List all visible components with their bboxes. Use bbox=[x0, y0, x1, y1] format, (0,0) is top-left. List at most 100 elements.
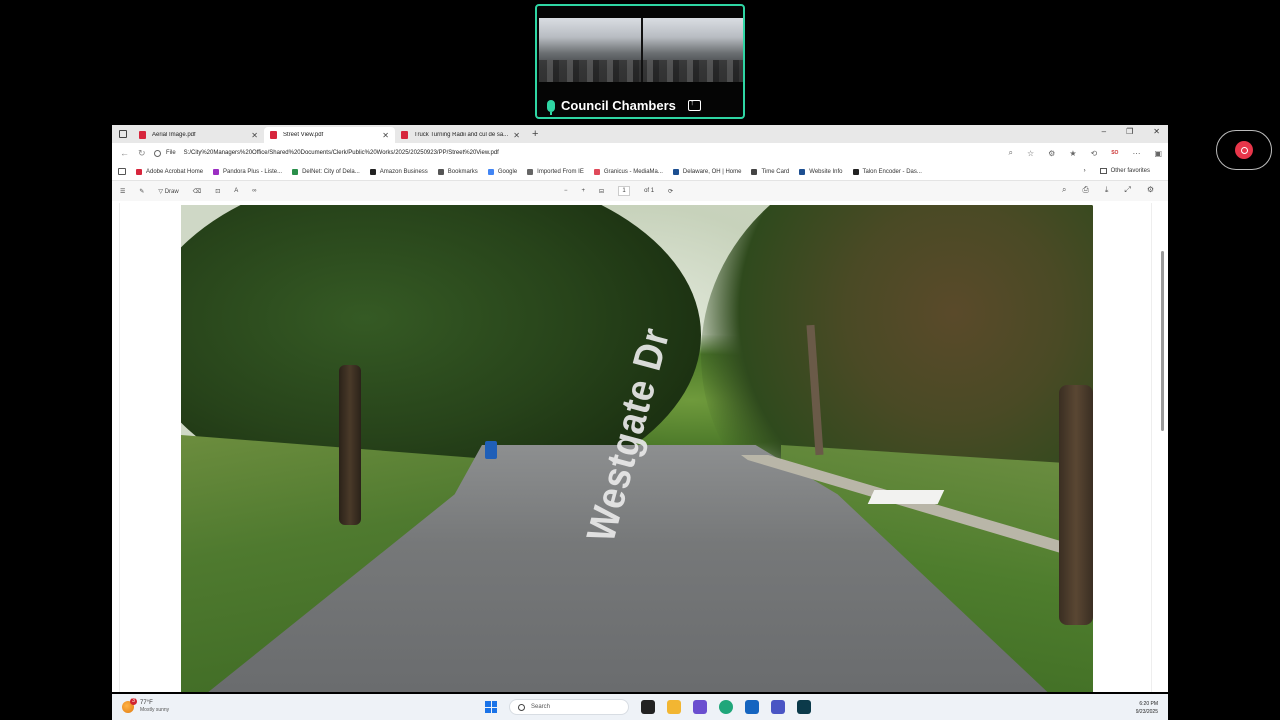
tab-aerial-image[interactable]: Aerial Image.pdf ✕ bbox=[133, 127, 264, 143]
draw-tool[interactable]: ▽ Draw bbox=[158, 188, 178, 195]
favorite-star-icon[interactable]: ☆ bbox=[1027, 149, 1034, 158]
weather-widget[interactable]: 3 77°F Mostly sunny bbox=[122, 698, 169, 714]
close-window-icon[interactable]: ✕ bbox=[1153, 127, 1160, 136]
url-field[interactable]: File S:/City%20Managers%20Office/Shared%… bbox=[154, 149, 499, 157]
tab-title: Street View.pdf bbox=[283, 132, 324, 138]
record-button[interactable] bbox=[1216, 130, 1272, 170]
fullscreen-icon[interactable]: ⤢ bbox=[1124, 185, 1130, 195]
favorite-item[interactable]: Pandora Plus - Liste... bbox=[213, 168, 282, 175]
read-aloud-icon[interactable]: A bbox=[234, 188, 238, 194]
other-favorites-folder[interactable]: Other favorites bbox=[1099, 168, 1150, 174]
zoom-out-icon[interactable]: − bbox=[564, 188, 568, 194]
clock-date: 9/23/2025 bbox=[1135, 709, 1158, 715]
page-number-input[interactable]: 1 bbox=[618, 186, 631, 196]
favorite-item[interactable]: Bookmarks bbox=[437, 168, 478, 175]
fit-page-icon[interactable]: ⊟ bbox=[599, 188, 604, 195]
favorites-icon[interactable]: ★ bbox=[1069, 149, 1076, 158]
outlook-icon[interactable] bbox=[745, 700, 759, 714]
favorite-item[interactable]: Time Card bbox=[751, 168, 790, 175]
url-scheme: File bbox=[166, 150, 176, 156]
other-favorites-label: Other favorites bbox=[1110, 168, 1150, 174]
minimize-icon[interactable]: – bbox=[1102, 127, 1106, 136]
tab-street-view[interactable]: Street View.pdf ✕ bbox=[264, 127, 395, 143]
favorite-item[interactable]: Granicus - MediaMa... bbox=[593, 168, 663, 175]
pdf-toolbar: ☰ ✎ ▽ Draw ⌫ ⊡ A ∞ − + ⊟ 1 of 1 ⟳ ⌕ ⎙ ⤓ … bbox=[112, 181, 1168, 201]
teams-icon[interactable] bbox=[693, 700, 707, 714]
highlight-icon[interactable]: ✎ bbox=[139, 188, 144, 195]
site-info-icon[interactable] bbox=[154, 149, 161, 157]
video-feed bbox=[539, 18, 743, 82]
contents-icon[interactable]: ☰ bbox=[120, 188, 125, 195]
favorite-item[interactable]: Talon Encoder - Das... bbox=[852, 168, 922, 175]
favorite-item[interactable]: Amazon Business bbox=[369, 168, 428, 175]
trash-bin bbox=[485, 441, 497, 459]
photo-trunk-left bbox=[339, 365, 361, 525]
council-chambers-video-tile[interactable]: Council Chambers bbox=[535, 4, 745, 119]
favorite-item[interactable]: Delaware, OH | Home bbox=[672, 168, 742, 175]
close-tab-icon[interactable]: ✕ bbox=[251, 131, 258, 140]
refresh-icon[interactable]: ↻ bbox=[138, 148, 148, 159]
pdf-page: Westgate Dr bbox=[119, 203, 1152, 692]
favorite-site-icon bbox=[593, 168, 600, 175]
favorite-site-icon bbox=[751, 168, 758, 175]
print-icon[interactable]: ⎙ bbox=[1082, 185, 1088, 195]
windows-start-icon[interactable] bbox=[485, 701, 497, 713]
sidebar-toggle-icon[interactable]: ▣ bbox=[1154, 149, 1162, 158]
favorites-overflow: › Other favorites bbox=[1084, 168, 1160, 174]
zoom-icon[interactable]: ⌕ bbox=[1009, 148, 1013, 158]
close-tab-icon[interactable]: ✕ bbox=[382, 131, 389, 140]
extensions-icon[interactable]: ⚙ bbox=[1048, 149, 1055, 158]
favorite-item[interactable]: Adobe Acrobat Home bbox=[136, 168, 204, 175]
address-bar-actions: ⌕ ☆ ⚙ ★ ⟲ SO ⋯ ▣ bbox=[1009, 148, 1163, 158]
pdf-viewport[interactable]: Westgate Dr bbox=[112, 201, 1168, 692]
back-icon[interactable]: ← bbox=[120, 148, 130, 158]
favorites-bar: Adobe Acrobat Home Pandora Plus - Liste..… bbox=[112, 163, 1168, 181]
history-icon[interactable]: ⟲ bbox=[1091, 149, 1098, 158]
immersive-reader-icon[interactable]: ∞ bbox=[252, 188, 256, 194]
edge-browser-icon[interactable] bbox=[719, 700, 733, 714]
tab-strip: Aerial Image.pdf ✕ Street View.pdf ✕ Tru… bbox=[112, 125, 1168, 143]
task-view-icon[interactable] bbox=[641, 700, 655, 714]
search-icon[interactable]: ⌕ bbox=[1062, 185, 1066, 195]
favorite-site-icon bbox=[213, 168, 220, 175]
text-box-icon[interactable]: ⊡ bbox=[215, 188, 220, 195]
favorites-menu-icon[interactable] bbox=[118, 168, 126, 175]
rotate-icon[interactable]: ⟳ bbox=[668, 188, 673, 195]
file-explorer-icon[interactable] bbox=[667, 700, 681, 714]
save-icon[interactable]: ⤓ bbox=[1105, 185, 1109, 195]
more-menu-icon[interactable]: ⋯ bbox=[1132, 149, 1140, 158]
video-feed-split bbox=[641, 18, 643, 82]
new-tab-icon[interactable]: + bbox=[532, 128, 538, 140]
system-clock[interactable]: 6:20 PM 9/23/2025 bbox=[1136, 700, 1158, 716]
favorite-label: Adobe Acrobat Home bbox=[146, 168, 204, 175]
pdf-icon bbox=[270, 131, 277, 139]
tab-actions-icon[interactable] bbox=[119, 130, 127, 138]
teams-chat-icon[interactable] bbox=[771, 700, 785, 714]
scrollbar-thumb[interactable] bbox=[1161, 251, 1164, 431]
favorite-site-icon bbox=[369, 168, 376, 175]
favorite-item[interactable]: Website Info bbox=[799, 168, 843, 175]
profile-avatar[interactable]: SO bbox=[1111, 150, 1118, 156]
pdf-scrollbar[interactable] bbox=[1160, 203, 1165, 688]
encoder-app-icon[interactable] bbox=[797, 700, 811, 714]
screen-share-icon[interactable] bbox=[687, 97, 701, 111]
favorite-item[interactable]: Google bbox=[487, 168, 517, 175]
favorite-item[interactable]: DelNet: City of Dela... bbox=[292, 168, 360, 175]
restore-icon[interactable]: ❐ bbox=[1126, 127, 1133, 136]
close-tab-icon[interactable]: ✕ bbox=[513, 131, 520, 140]
settings-gear-icon[interactable]: ⚙ bbox=[1147, 185, 1154, 195]
taskbar-apps: Search bbox=[485, 699, 811, 715]
favorite-label: Delaware, OH | Home bbox=[682, 168, 742, 175]
search-icon bbox=[518, 703, 525, 711]
url-text[interactable]: S:/City%20Managers%20Office/Shared%20Doc… bbox=[184, 150, 499, 156]
record-icon bbox=[1235, 141, 1253, 159]
favorite-label: Time Card bbox=[761, 168, 790, 175]
chevron-right-icon[interactable]: › bbox=[1084, 168, 1086, 174]
tab-truck-turning-radii[interactable]: Truck Turning Radii and cul de sa... ✕ bbox=[395, 127, 526, 143]
folder-icon bbox=[1099, 168, 1107, 174]
erase-icon[interactable]: ⌫ bbox=[193, 188, 201, 195]
pdf-tools-left: ☰ ✎ ▽ Draw ⌫ ⊡ A ∞ bbox=[120, 188, 257, 195]
favorite-item[interactable]: Imported From IE bbox=[527, 168, 584, 175]
zoom-in-icon[interactable]: + bbox=[582, 188, 586, 194]
taskbar-search[interactable]: Search bbox=[509, 699, 629, 715]
